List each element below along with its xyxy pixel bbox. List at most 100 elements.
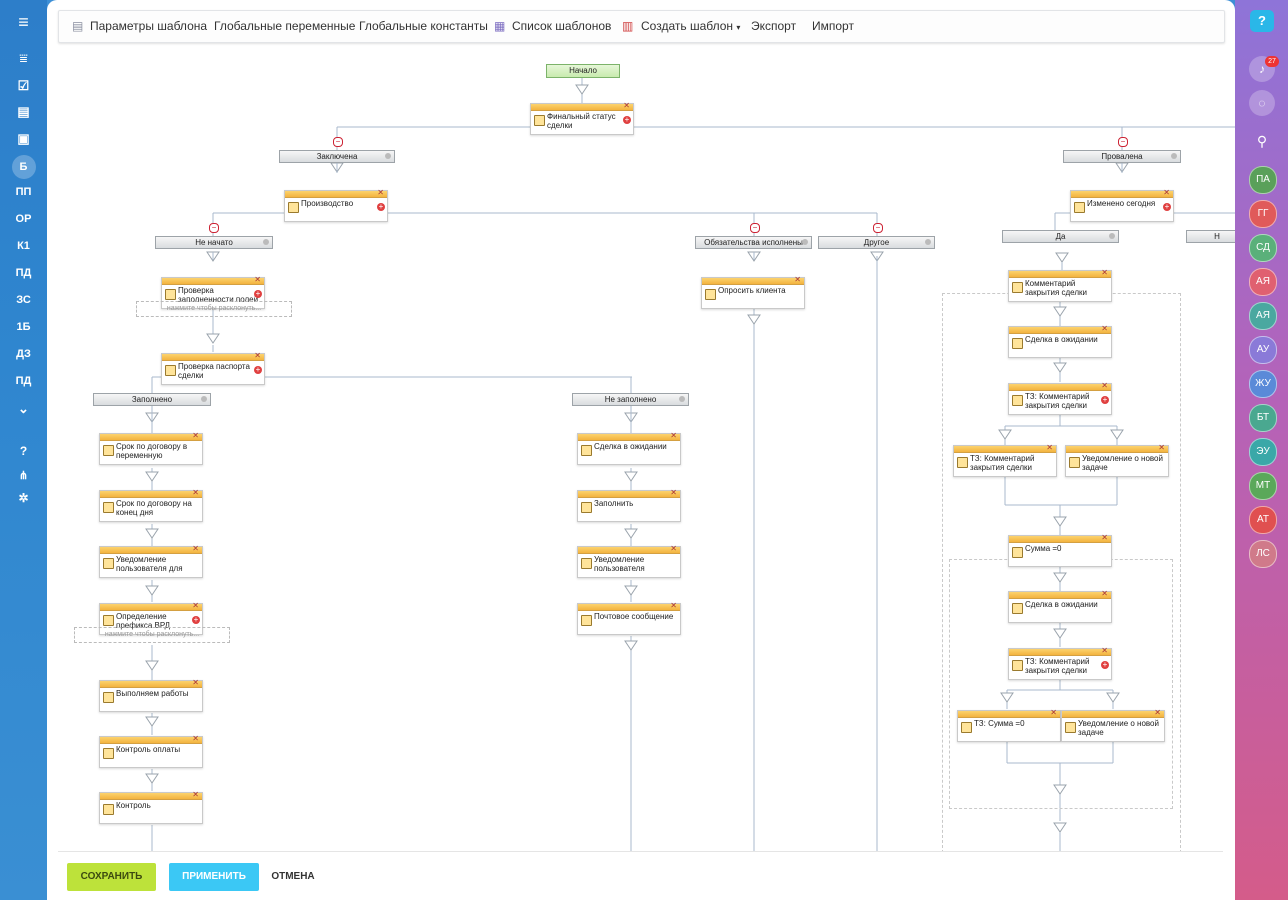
add-icon[interactable]: +: [1101, 661, 1109, 669]
template-params-button[interactable]: Параметры шаблона: [90, 19, 207, 33]
tasks-icon[interactable]: ☑: [0, 78, 47, 94]
structure-icon[interactable]: ⋔: [0, 469, 47, 482]
block-header[interactable]: ✕: [1009, 533, 1111, 543]
block-header[interactable]: ✕: [100, 488, 202, 498]
activity-block-doing_work[interactable]: ✕ Выполняем работы: [99, 678, 203, 712]
block-header[interactable]: ✕: [100, 431, 202, 441]
start-node[interactable]: Начало: [546, 64, 620, 78]
close-icon[interactable]: ✕: [1101, 589, 1108, 598]
sidebar-item-pd2[interactable]: ПД: [0, 375, 47, 387]
activity-block-payment_control[interactable]: ✕ Контроль оплаты: [99, 734, 203, 768]
close-icon[interactable]: ✕: [192, 601, 199, 610]
activity-block-production[interactable]: ✕ Производство +: [284, 188, 388, 222]
gear-icon[interactable]: ✲: [0, 491, 47, 505]
branch-not_started[interactable]: Не начато: [155, 236, 273, 249]
close-icon[interactable]: ✕: [192, 790, 199, 799]
avatar[interactable]: АЯ: [1249, 302, 1277, 330]
close-icon[interactable]: ✕: [623, 101, 630, 110]
activity-block-control[interactable]: ✕ Контроль: [99, 790, 203, 824]
cancel-button[interactable]: ОТМЕНА: [268, 863, 318, 891]
sidebar-item-pd[interactable]: ПД: [0, 267, 47, 279]
activity-block-mail_message[interactable]: ✕ Почтовое сообщение: [577, 601, 681, 635]
avatar[interactable]: ЖУ: [1249, 370, 1277, 398]
close-icon[interactable]: ✕: [1046, 443, 1053, 452]
add-icon[interactable]: +: [623, 116, 631, 124]
search-icon[interactable]: ⚲: [1249, 128, 1275, 154]
close-icon[interactable]: ✕: [192, 431, 199, 440]
activity-block-ask_client[interactable]: ✕ Опросить клиента: [701, 275, 805, 309]
block-header[interactable]: ✕: [1009, 589, 1111, 599]
close-icon[interactable]: ✕: [377, 188, 384, 197]
block-header[interactable]: ✕: [1009, 646, 1111, 656]
close-icon[interactable]: ✕: [192, 678, 199, 687]
block-header[interactable]: ✕: [578, 431, 680, 441]
chat-icon[interactable]: ◌: [1249, 90, 1275, 116]
close-icon[interactable]: ✕: [670, 601, 677, 610]
export-button[interactable]: Экспорт: [751, 19, 796, 33]
activity-block-sum_zero[interactable]: ✕ Сумма =0: [1008, 533, 1112, 567]
avatar[interactable]: ПА: [1249, 166, 1277, 194]
block-header[interactable]: ✕: [1009, 268, 1111, 278]
collapse-icon[interactable]: −: [209, 223, 219, 233]
settings-dot-icon[interactable]: [201, 396, 207, 402]
settings-dot-icon[interactable]: [385, 153, 391, 159]
activity-block-deal_waiting_1[interactable]: ✕ Сделка в ожидании: [1008, 324, 1112, 358]
settings-dot-icon[interactable]: [1171, 153, 1177, 159]
close-icon[interactable]: ✕: [1101, 324, 1108, 333]
branch-other[interactable]: Другое: [818, 236, 935, 249]
activity-block-tz_close_comment_3[interactable]: ✕ ТЗ: Комментарий закрытия сделки +: [1008, 646, 1112, 680]
block-header[interactable]: ✕: [100, 601, 202, 611]
add-icon[interactable]: +: [192, 616, 200, 624]
activity-block-tz_sum_zero[interactable]: ✕ ТЗ: Сумма =0: [957, 708, 1061, 742]
settings-dot-icon[interactable]: [263, 239, 269, 245]
branch-failed[interactable]: Провалена: [1063, 150, 1181, 163]
activity-block-check_passport[interactable]: ✕ Проверка паспорта сделки +: [161, 351, 265, 385]
avatar[interactable]: ЛС: [1249, 540, 1277, 568]
add-icon[interactable]: +: [254, 366, 262, 374]
branch-obligations_done[interactable]: Обязательства исполнены: [695, 236, 812, 249]
sidebar-item-dz[interactable]: ДЗ: [0, 348, 47, 360]
apply-button[interactable]: ПРИМЕНИТЬ: [169, 863, 259, 891]
close-icon[interactable]: ✕: [254, 351, 261, 360]
create-template-button[interactable]: Создать шаблон ▾: [641, 19, 740, 33]
block-header[interactable]: ✕: [578, 544, 680, 554]
avatar[interactable]: АЯ: [1249, 268, 1277, 296]
close-icon[interactable]: ✕: [1101, 533, 1108, 542]
collapse-icon[interactable]: −: [1118, 137, 1128, 147]
block-header[interactable]: ✕: [162, 351, 264, 361]
block-header[interactable]: ✕: [578, 601, 680, 611]
activity-block-notify_new_task_2[interactable]: ✕ Уведомление о новой задаче: [1061, 708, 1165, 742]
sidebar-item-or[interactable]: ОР: [0, 213, 47, 225]
help-icon[interactable]: ?: [1250, 10, 1274, 32]
menu-icon[interactable]: ≡: [0, 12, 47, 33]
expand-hint[interactable]: нажмите чтобы расклонуть...: [136, 301, 292, 317]
sidebar-item-b[interactable]: Б: [0, 155, 47, 179]
add-icon[interactable]: +: [1163, 203, 1171, 211]
close-icon[interactable]: ✕: [1158, 443, 1165, 452]
global-consts-button[interactable]: Глобальные константы: [359, 19, 488, 33]
close-icon[interactable]: ✕: [192, 544, 199, 553]
branch-not_filled[interactable]: Не заполнено: [572, 393, 689, 406]
close-icon[interactable]: ✕: [192, 488, 199, 497]
add-icon[interactable]: +: [254, 290, 262, 298]
block-header[interactable]: ✕: [100, 790, 202, 800]
block-header[interactable]: ✕: [578, 488, 680, 498]
collapse-icon[interactable]: −: [750, 223, 760, 233]
close-icon[interactable]: ✕: [670, 431, 677, 440]
branch-yes[interactable]: Да: [1002, 230, 1119, 243]
settings-dot-icon[interactable]: [1109, 233, 1115, 239]
activity-block-notify_new_task_1[interactable]: ✕ Уведомление о новой задаче: [1065, 443, 1169, 477]
block-header[interactable]: ✕: [100, 544, 202, 554]
activity-block-tz_close_comment_1[interactable]: ✕ ТЗ: Комментарий закрытия сделки +: [1008, 381, 1112, 415]
activity-block-changed_today[interactable]: ✕ Изменено сегодня +: [1070, 188, 1174, 222]
settings-dot-icon[interactable]: [679, 396, 685, 402]
avatar[interactable]: МТ: [1249, 472, 1277, 500]
close-icon[interactable]: ✕: [794, 275, 801, 284]
branch-filled[interactable]: Заполнено: [93, 393, 211, 406]
block-header[interactable]: ✕: [531, 101, 633, 111]
branch-cut[interactable]: Н: [1186, 230, 1235, 243]
block-header[interactable]: ✕: [954, 443, 1056, 453]
settings-dot-icon[interactable]: [802, 239, 808, 245]
close-icon[interactable]: ✕: [1101, 268, 1108, 277]
close-icon[interactable]: ✕: [1101, 646, 1108, 655]
